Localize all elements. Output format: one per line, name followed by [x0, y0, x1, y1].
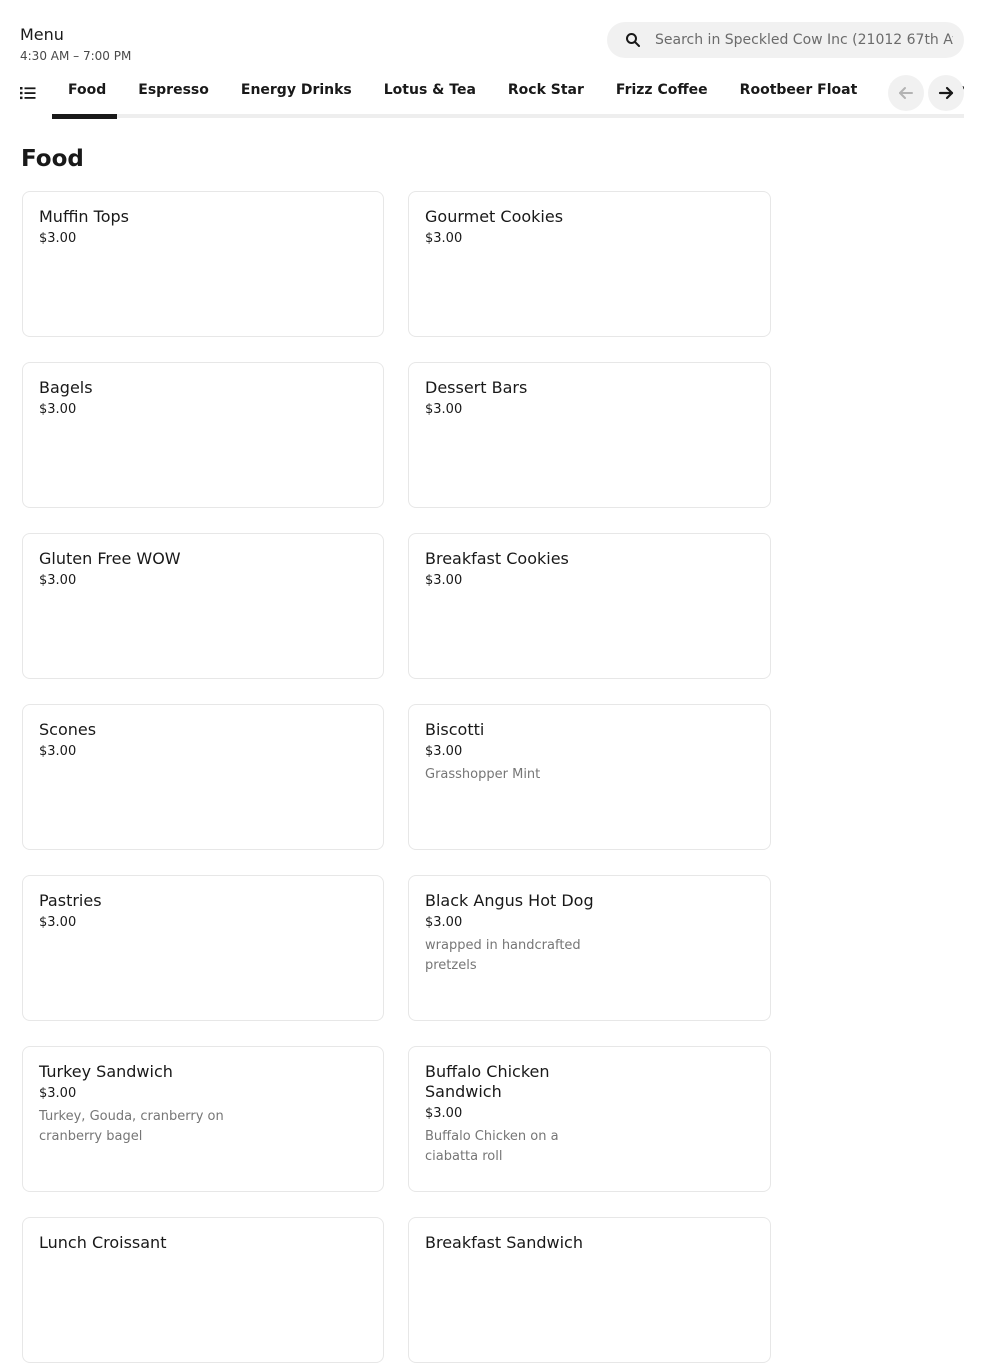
- tabs-row: Food Espresso Energy Drinks Lotus & Tea Rock…: [52, 72, 964, 108]
- tab-lotus-tea[interactable]: Lotus & Tea: [368, 72, 492, 108]
- menu-item-card[interactable]: Gluten Free WOW $3.00: [22, 533, 384, 679]
- search-input[interactable]: [653, 22, 953, 58]
- tabs-track: Food Espresso Energy Drinks Lotus & Tea Rock…: [52, 72, 964, 118]
- menu-item-grid: Muffin Tops $3.00 Gourmet Cookies $3.00 Bage…: [22, 191, 771, 1363]
- scroll-left-button[interactable]: [888, 75, 924, 111]
- menu-item-name: Breakfast Cookies: [425, 549, 569, 568]
- menu-item-description: Grasshopper Mint: [425, 767, 541, 782]
- tab-frizz-coffee[interactable]: Frizz Coffee: [600, 72, 724, 108]
- menu-item-card[interactable]: Breakfast Sandwich: [408, 1217, 771, 1363]
- arrow-right-icon: [938, 86, 954, 100]
- section-title: Food: [21, 146, 84, 172]
- menu-item-name: Breakfast Sandwich: [425, 1233, 583, 1252]
- menu-item-price: $3.00: [39, 744, 77, 759]
- menu-item-card[interactable]: Pastries $3.00: [22, 875, 384, 1021]
- menu-item-card[interactable]: Muffin Tops $3.00: [22, 191, 384, 337]
- menu-item-card[interactable]: Scones $3.00: [22, 704, 384, 850]
- menu-item-description: Buffalo Chicken on a ciabatta roll: [425, 1129, 559, 1164]
- menu-item-name: Turkey Sandwich: [39, 1062, 173, 1081]
- search-icon: [626, 33, 640, 47]
- list-icon[interactable]: [19, 84, 37, 102]
- tab-food[interactable]: Food: [52, 72, 122, 108]
- menu-item-card[interactable]: Turkey Sandwich $3.00 Turkey, Gouda, cranb…: [22, 1046, 384, 1192]
- menu-item-card[interactable]: Biscotti $3.00 Grasshopper Mint: [408, 704, 771, 850]
- arrow-left-icon: [899, 87, 913, 99]
- tab-underline-active: [52, 114, 117, 119]
- menu-title: Menu: [20, 25, 64, 44]
- menu-item-card[interactable]: Dessert Bars $3.00: [408, 362, 771, 508]
- menu-item-price: $3.00: [425, 573, 463, 588]
- menu-item-price: $3.00: [425, 231, 463, 246]
- menu-item-name: Pastries: [39, 891, 102, 910]
- menu-item-price: $3.00: [425, 915, 463, 930]
- menu-item-description: Turkey, Gouda, cranberry on cranberry ba…: [39, 1109, 224, 1144]
- tab-espresso[interactable]: Espresso: [122, 72, 225, 108]
- menu-item-price: $3.00: [39, 402, 77, 417]
- menu-item-card[interactable]: Bagels $3.00: [22, 362, 384, 508]
- menu-item-price: $3.00: [425, 1106, 463, 1121]
- menu-item-name: Gluten Free WOW: [39, 549, 181, 568]
- menu-item-description: wrapped in handcrafted pretzels: [425, 938, 581, 973]
- menu-item-name: Gourmet Cookies: [425, 207, 564, 226]
- menu-item-name: Scones: [39, 720, 97, 739]
- menu-item-name: Biscotti: [425, 720, 485, 739]
- menu-item-name: Buffalo Chicken Sandwich: [425, 1062, 550, 1101]
- tab-rock-star[interactable]: Rock Star: [492, 72, 600, 108]
- menu-item-price: $3.00: [425, 402, 463, 417]
- menu-hours: 4:30 AM – 7:00 PM: [20, 49, 132, 63]
- menu-item-card[interactable]: Gourmet Cookies $3.00: [408, 191, 771, 337]
- menu-item-card[interactable]: Black Angus Hot Dog $3.00 wrapped in handc…: [408, 875, 771, 1021]
- menu-header: Menu 4:30 AM – 7:00 PM: [0, 0, 984, 72]
- category-tabbar: Food Espresso Energy Drinks Lotus & Tea Rock…: [0, 72, 984, 120]
- menu-item-name: Black Angus Hot Dog: [425, 891, 594, 910]
- menu-item-price: $3.00: [39, 573, 77, 588]
- menu-item-name: Lunch Croissant: [39, 1233, 167, 1252]
- scroll-right-button[interactable]: [928, 75, 964, 111]
- menu-item-price: $3.00: [39, 915, 77, 930]
- tab-energy-drinks[interactable]: Energy Drinks: [225, 72, 368, 108]
- menu-item-name: Muffin Tops: [39, 207, 129, 226]
- tab-underline-track: [52, 114, 964, 118]
- menu-item-card[interactable]: Breakfast Cookies $3.00: [408, 533, 771, 679]
- menu-item-price: $3.00: [39, 231, 77, 246]
- menu-item-name: Bagels: [39, 378, 93, 397]
- tab-rootbeer-float[interactable]: Rootbeer Float: [724, 72, 874, 108]
- menu-item-price: $3.00: [425, 744, 463, 759]
- menu-item-card[interactable]: Buffalo Chicken Sandwich $3.00 Buffalo Chi…: [408, 1046, 771, 1192]
- menu-item-name: Dessert Bars: [425, 378, 528, 397]
- menu-item-price: $3.00: [39, 1086, 77, 1101]
- menu-item-card[interactable]: Lunch Croissant: [22, 1217, 384, 1363]
- search-box[interactable]: [607, 22, 964, 58]
